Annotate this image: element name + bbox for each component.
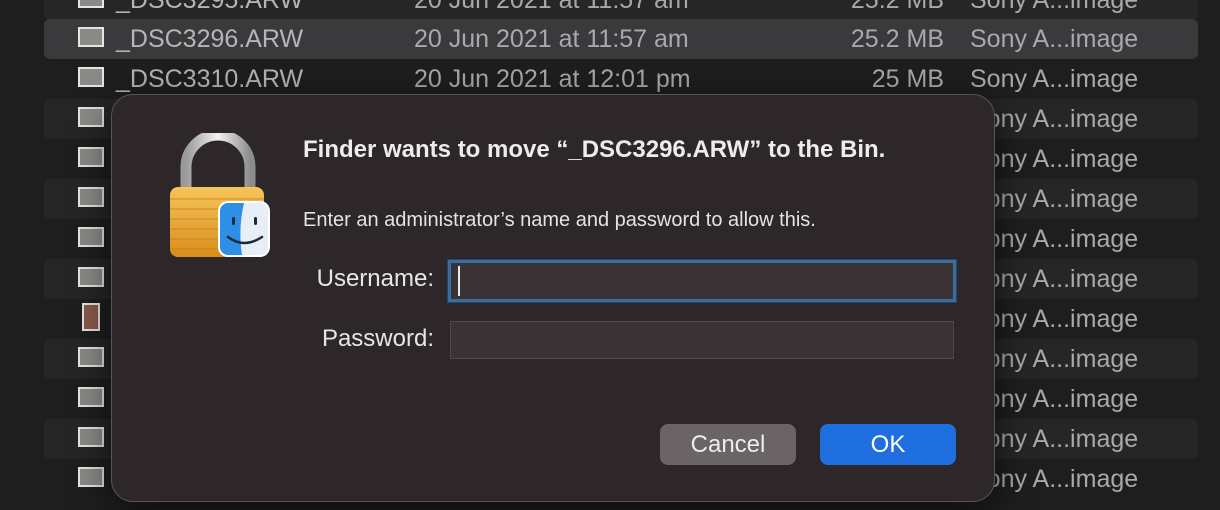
dialog-message: Enter an administrator’s name and passwo… [303, 209, 816, 231]
file-name: _DSC3310.ARW [116, 65, 304, 93]
file-name: _DSC3295.ARW [116, 0, 304, 14]
image-thumbnail-icon [78, 107, 104, 127]
image-thumbnail-icon [78, 227, 104, 247]
file-kind: Sony A...image [970, 385, 1139, 413]
file-kind: Sony A...image [970, 65, 1139, 93]
file-kind: Sony A...image [970, 305, 1139, 333]
username-label: Username: [316, 265, 434, 292]
file-kind: Sony A...image [970, 25, 1139, 53]
image-thumbnail-icon [78, 67, 104, 87]
image-thumbnail-icon [78, 387, 104, 407]
text-caret [458, 266, 460, 296]
file-row[interactable]: _DSC3295.ARW 20 Jun 2021 at 11:57 am 25.… [44, 0, 1198, 20]
file-date: 20 Jun 2021 at 11:57 am [414, 25, 689, 53]
image-thumbnail-icon [78, 187, 104, 207]
ok-button[interactable]: OK [820, 424, 956, 465]
authentication-dialog: Finder wants to move “_DSC3296.ARW” to t… [111, 94, 995, 502]
file-kind: Sony A...image [970, 225, 1139, 253]
file-kind: Sony A...image [970, 0, 1139, 14]
image-thumbnail-icon [78, 427, 104, 447]
image-thumbnail-icon [82, 303, 100, 331]
lock-icon [170, 133, 270, 257]
dialog-title: Finder wants to move “_DSC3296.ARW” to t… [303, 136, 886, 163]
image-thumbnail-icon [78, 27, 104, 47]
file-kind: Sony A...image [970, 425, 1139, 453]
username-field[interactable] [448, 260, 956, 302]
password-field[interactable] [450, 321, 954, 359]
file-date: 20 Jun 2021 at 12:01 pm [414, 65, 691, 93]
file-size: 25.2 MB [850, 25, 944, 53]
image-thumbnail-icon [78, 347, 104, 367]
file-kind: Sony A...image [970, 265, 1139, 293]
file-row-selected[interactable]: _DSC3296.ARW 20 Jun 2021 at 11:57 am 25.… [44, 19, 1198, 59]
file-size: 25 MB [871, 65, 944, 93]
password-label: Password: [321, 325, 434, 352]
file-kind: Sony A...image [970, 185, 1139, 213]
file-kind: Sony A...image [970, 105, 1139, 133]
finder-icon [218, 201, 270, 257]
file-name: _DSC3296.ARW [116, 25, 304, 53]
cancel-button[interactable]: Cancel [660, 424, 796, 465]
file-date: 20 Jun 2021 at 11:57 am [414, 0, 689, 14]
image-thumbnail-icon [78, 147, 104, 167]
file-kind: Sony A...image [970, 145, 1139, 173]
image-thumbnail-icon [78, 467, 104, 487]
file-kind: Sony A...image [970, 345, 1139, 373]
file-kind: Sony A...image [970, 465, 1139, 493]
image-thumbnail-icon [78, 0, 104, 8]
file-row[interactable]: _DSC3310.ARW 20 Jun 2021 at 12:01 pm 25 … [44, 59, 1198, 99]
file-size: 25.2 MB [850, 0, 944, 14]
image-thumbnail-icon [78, 267, 104, 287]
